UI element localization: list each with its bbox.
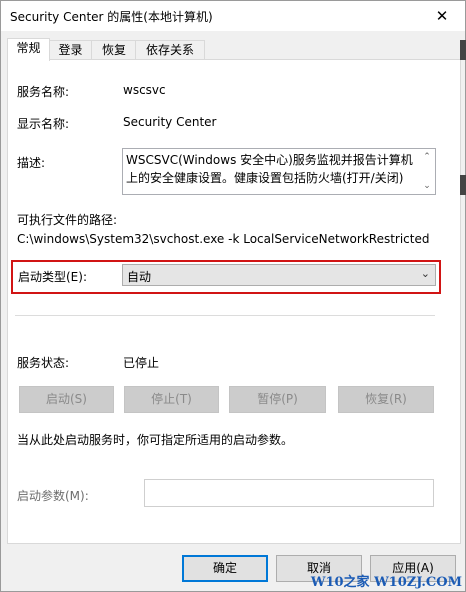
display-name-label: 显示名称: xyxy=(17,117,70,131)
service-properties-dialog: Security Center 的属性(本地计算机) ✕ 常规 登录 恢复 依存… xyxy=(0,0,466,592)
title-bar: Security Center 的属性(本地计算机) ✕ xyxy=(1,1,465,31)
window-title: Security Center 的属性(本地计算机) xyxy=(10,10,213,24)
start-params-label: 启动参数(M): xyxy=(17,489,89,503)
description-label: 描述: xyxy=(17,156,46,170)
executable-path-label: 可执行文件的路径: xyxy=(17,213,118,227)
description-box[interactable]: WSCSVC(Windows 安全中心)服务监视并报告计算机上的安全健康设置。健… xyxy=(122,148,436,195)
chevron-down-icon: ⌄ xyxy=(420,267,430,280)
general-tab-panel: 服务名称: wscsvc 显示名称: Security Center 描述: W… xyxy=(7,59,461,544)
tab-dependencies[interactable]: 依存关系 xyxy=(135,40,205,60)
close-icon: ✕ xyxy=(435,7,449,25)
tab-recovery[interactable]: 恢复 xyxy=(91,40,137,60)
service-status-label: 服务状态: xyxy=(17,356,70,370)
resume-button[interactable]: 恢复(R) xyxy=(338,386,434,413)
background-window-edge xyxy=(460,40,466,60)
tab-logon[interactable]: 登录 xyxy=(48,40,93,60)
scroll-up-icon[interactable]: ⌃ xyxy=(421,151,433,163)
start-params-hint: 当从此处启动服务时，你可指定所适用的启动参数。 xyxy=(17,433,294,447)
watermark: W10之家 W10ZJ.COM xyxy=(310,575,462,590)
display-name-value: Security Center xyxy=(123,115,217,129)
stop-button[interactable]: 停止(T) xyxy=(124,386,219,413)
ok-button[interactable]: 确定 xyxy=(182,555,268,582)
pause-button[interactable]: 暂停(P) xyxy=(229,386,326,413)
scroll-down-icon[interactable]: ⌄ xyxy=(421,180,433,192)
service-name-value: wscsvc xyxy=(123,83,166,97)
startup-type-select[interactable]: 自动 ⌄ xyxy=(122,264,436,286)
close-button[interactable]: ✕ xyxy=(419,1,465,31)
tab-general[interactable]: 常规 xyxy=(7,38,50,61)
tab-strip: 常规 登录 恢复 依存关系 xyxy=(7,38,463,61)
start-params-input[interactable] xyxy=(144,479,434,507)
startup-type-value: 自动 xyxy=(127,270,152,284)
service-name-label: 服务名称: xyxy=(17,85,70,99)
divider xyxy=(15,315,435,316)
start-button[interactable]: 启动(S) xyxy=(19,386,114,413)
startup-type-label: 启动类型(E): xyxy=(18,270,87,284)
background-window-edge xyxy=(460,175,466,195)
description-text: WSCSVC(Windows 安全中心)服务监视并报告计算机上的安全健康设置。健… xyxy=(126,153,413,185)
service-status-value: 已停止 xyxy=(123,356,160,370)
executable-path-value: C:\windows\System32\svchost.exe -k Local… xyxy=(17,232,430,246)
